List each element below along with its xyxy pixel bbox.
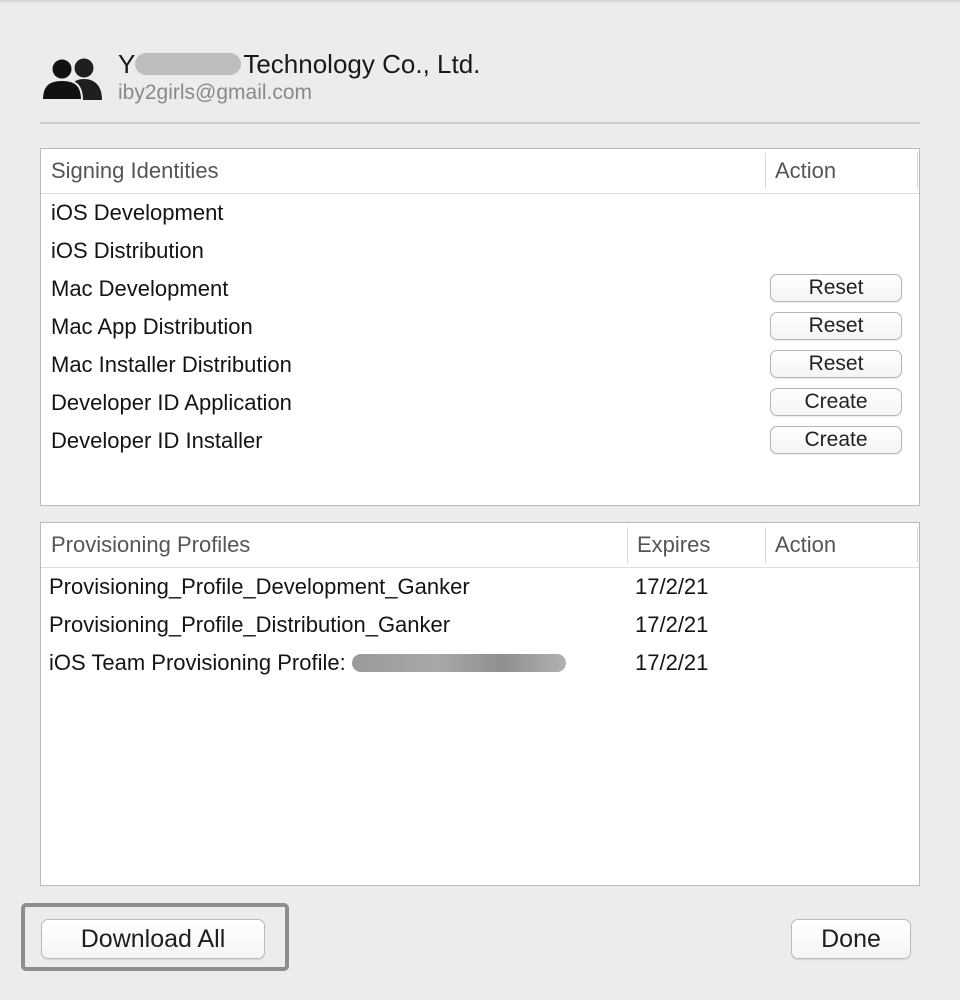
redacted-bundle-id [351,653,566,672]
column-header-signing-identities[interactable]: Signing Identities [51,158,219,184]
identity-row-developer-id-installer[interactable]: Developer ID Installer Create [41,422,919,460]
profile-row-development[interactable]: Provisioning_Profile_Development_Ganker … [41,568,919,606]
column-separator [917,527,918,563]
column-separator [765,153,766,189]
reset-mac-development-button[interactable]: Reset [770,274,902,302]
signing-identities-table: Signing Identities Action iOS Developmen… [40,148,920,506]
team-name-suffix: Technology Co., Ltd. [243,49,481,79]
column-separator [627,527,628,563]
reset-mac-app-distribution-button[interactable]: Reset [770,312,902,340]
window-top-edge [0,0,960,4]
profile-expires: 17/2/21 [635,650,709,675]
team-icon [40,57,102,100]
column-separator [765,527,766,563]
team-name-initial: Y [118,49,136,79]
create-developer-id-installer-button[interactable]: Create [770,426,902,454]
identity-row-ios-development[interactable]: iOS Development [41,194,919,232]
download-all-button[interactable]: Download All [41,919,265,959]
profile-row-distribution[interactable]: Provisioning_Profile_Distribution_Ganker… [41,606,919,644]
identity-label: Mac Development [51,276,229,301]
create-developer-id-application-button[interactable]: Create [770,388,902,416]
identity-label: iOS Development [51,200,224,225]
profile-row-team[interactable]: iOS Team Provisioning Profile: 17/2/21 [41,644,919,682]
identity-label: iOS Distribution [51,238,204,263]
identity-row-mac-installer-distribution[interactable]: Mac Installer Distribution Reset [41,346,919,384]
column-header-expires[interactable]: Expires [637,532,710,558]
header-divider [40,122,920,124]
column-header-action[interactable]: Action [775,532,836,558]
account-header: Y Technology Co., Ltd. iby2girls@gmail.co… [40,46,920,116]
profile-expires: 17/2/21 [635,612,709,637]
column-separator [917,153,918,189]
profile-name: Provisioning_Profile_Development_Ganker [49,574,470,599]
column-header-action[interactable]: Action [775,158,836,184]
identity-row-developer-id-application[interactable]: Developer ID Application Create [41,384,919,422]
provisioning-profiles-header-row: Provisioning Profiles Expires Action [41,523,919,568]
team-email: iby2girls@gmail.com [118,81,313,104]
team-name: Y Technology Co., Ltd. [118,49,480,80]
profile-name: Provisioning_Profile_Distribution_Ganker [49,612,451,637]
profile-name-text: iOS Team Provisioning Profile: [49,650,346,675]
signing-identities-header-row: Signing Identities Action [41,149,919,194]
identity-label: Developer ID Application [51,390,292,415]
identity-label: Mac App Distribution [51,314,253,339]
profile-expires: 17/2/21 [635,574,709,599]
done-button[interactable]: Done [791,919,911,959]
identity-row-mac-development[interactable]: Mac Development Reset [41,270,919,308]
identity-label: Mac Installer Distribution [51,352,292,377]
reset-mac-installer-distribution-button[interactable]: Reset [770,350,902,378]
redacted-team-name [135,53,242,76]
identity-label: Developer ID Installer [51,428,263,453]
identity-row-ios-distribution[interactable]: iOS Distribution [41,232,919,270]
column-header-provisioning-profiles[interactable]: Provisioning Profiles [51,532,250,558]
provisioning-profiles-table: Provisioning Profiles Expires Action Pro… [40,522,920,886]
profile-name: iOS Team Provisioning Profile: [49,650,566,676]
identity-row-mac-app-distribution[interactable]: Mac App Distribution Reset [41,308,919,346]
